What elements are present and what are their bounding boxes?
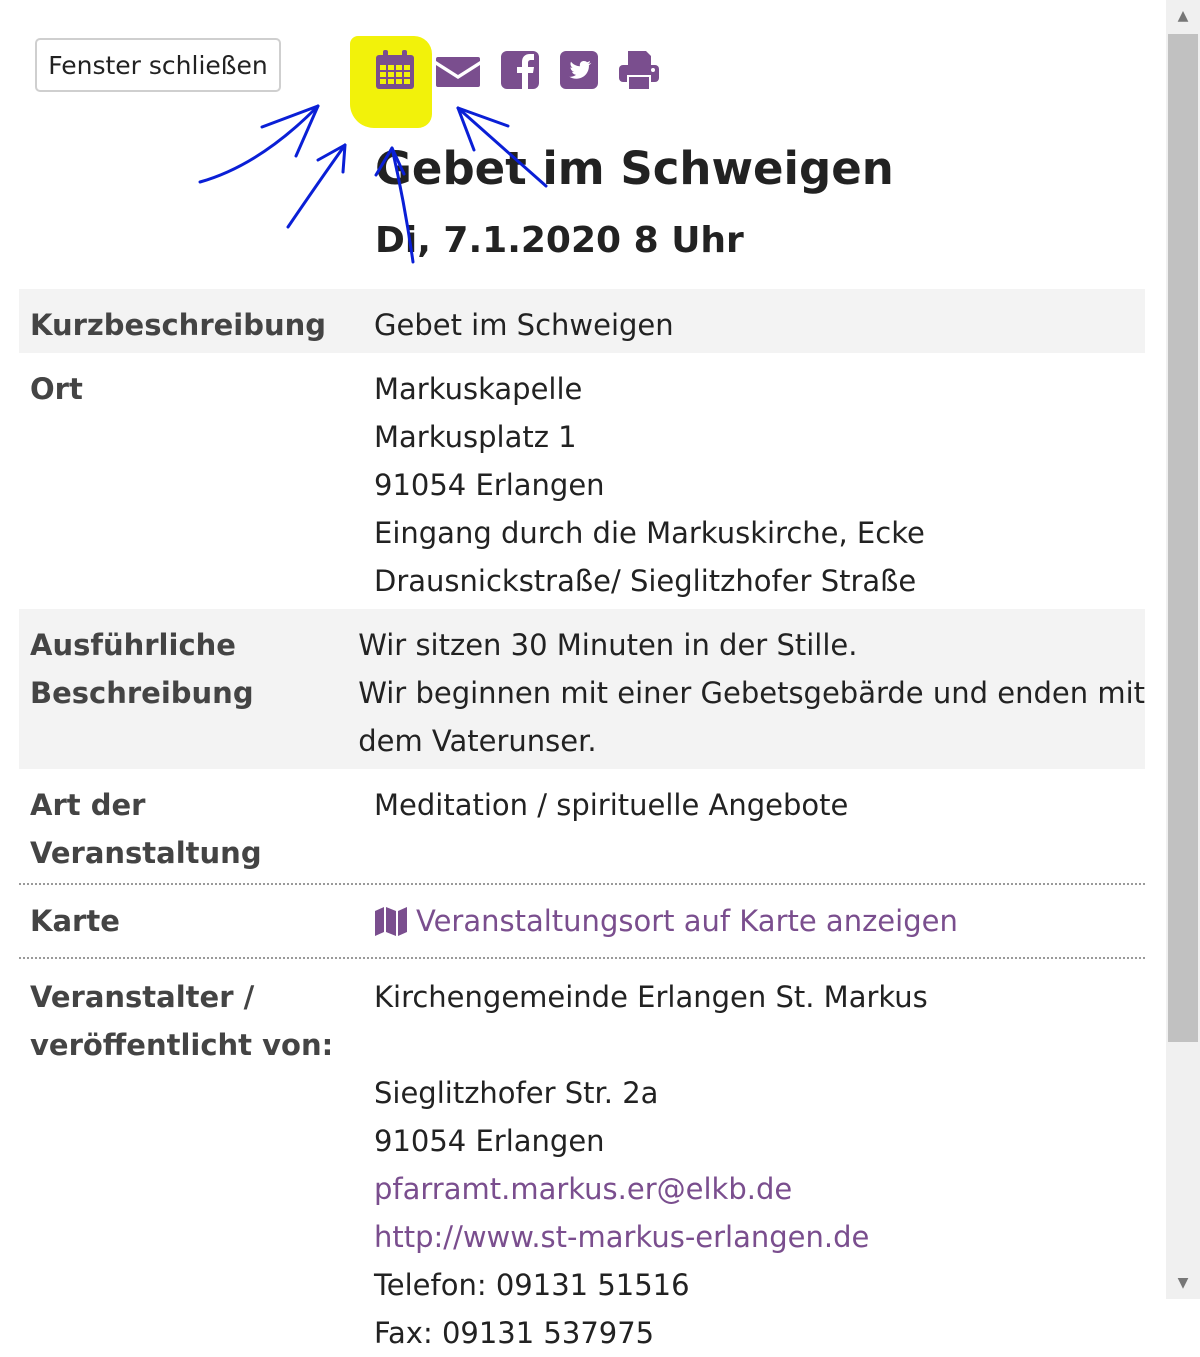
twitter-icon[interactable] — [556, 48, 602, 92]
row-art: Art der Veranstaltung Meditation / spiri… — [19, 769, 1145, 885]
event-date: Di, 7.1.2020 8 Uhr — [375, 220, 744, 261]
organizer-street: Sieglitzhofer Str. 2a — [374, 1076, 659, 1110]
organizer-name: Kirchengemeinde Erlangen St. Markus — [374, 980, 928, 1014]
value-beschreibung: Wir sitzen 30 Minuten in der Stille. Wir… — [358, 621, 1145, 765]
organizer-website-link[interactable]: http://www.st-markus-erlangen.de — [374, 1220, 869, 1254]
value-veranstalter: Kirchengemeinde Erlangen St. Markus Sieg… — [374, 973, 1145, 1357]
ort-line: Eingang durch die Markuskirche, Ecke — [374, 516, 925, 550]
facebook-icon[interactable] — [497, 48, 543, 92]
organizer-fax: Fax: 09131 537975 — [374, 1316, 655, 1350]
label-art: Art der Veranstaltung — [30, 788, 262, 870]
organizer-phone: Telefon: 09131 51516 — [374, 1268, 690, 1302]
scrollbar-thumb[interactable] — [1168, 34, 1198, 1042]
map-link[interactable]: Veranstaltungsort auf Karte anzeigen — [374, 897, 958, 945]
label-kurzbeschreibung: Kurzbeschreibung — [30, 308, 327, 342]
scroll-up-icon[interactable]: ▲ — [1166, 8, 1200, 24]
value-ort: Markuskapelle Markusplatz 1 91054 Erlang… — [374, 365, 1145, 605]
label-veranstalter: Veranstalter / veröffentlicht von: — [19, 973, 374, 1357]
beschreibung-line: Wir beginnen mit einer Gebetsgebärde und… — [358, 676, 1145, 710]
label-karte: Karte — [30, 904, 120, 938]
event-title: Gebet im Schweigen — [375, 142, 894, 195]
label-veranstalter-line: veröffentlicht von: — [30, 1028, 334, 1062]
print-icon[interactable] — [616, 48, 662, 92]
event-details-table: Kurzbeschreibung Gebet im Schweigen Ort … — [19, 289, 1145, 1357]
map-link-text: Veranstaltungsort auf Karte anzeigen — [416, 904, 958, 938]
beschreibung-line: dem Vaterunser. — [358, 724, 597, 758]
ort-line: Markuskapelle — [374, 372, 583, 406]
label-beschreibung-line: Ausführliche — [30, 628, 236, 662]
scroll-down-icon[interactable]: ▼ — [1166, 1275, 1200, 1291]
label-veranstalter-line: Veranstalter / — [30, 980, 255, 1014]
close-window-button[interactable]: Fenster schließen — [35, 38, 281, 92]
label-beschreibung: Ausführliche Beschreibung — [19, 621, 358, 765]
map-icon — [375, 907, 407, 936]
row-ort: Ort Markuskapelle Markusplatz 1 91054 Er… — [19, 353, 1145, 609]
label-ort: Ort — [30, 372, 83, 406]
organizer-email-link[interactable]: pfarramt.markus.er@elkb.de — [374, 1172, 792, 1206]
ort-line: Drausnickstraße/ Sieglitzhofer Straße — [374, 564, 917, 598]
ort-line: Markusplatz 1 — [374, 420, 577, 454]
row-beschreibung: Ausführliche Beschreibung Wir sitzen 30 … — [19, 609, 1145, 769]
ort-line: 91054 Erlangen — [374, 468, 605, 502]
value-karte: Veranstaltungsort auf Karte anzeigen — [374, 897, 1145, 951]
row-veranstalter: Veranstalter / veröffentlicht von: Kirch… — [19, 959, 1145, 1357]
row-karte: Karte Veranstaltungsort auf Karte anzeig… — [19, 885, 1145, 959]
beschreibung-line: Wir sitzen 30 Minuten in der Stille. — [358, 628, 858, 662]
calendar-icon[interactable] — [372, 48, 418, 92]
value-kurzbeschreibung: Gebet im Schweigen — [374, 308, 674, 342]
label-beschreibung-line: Beschreibung — [30, 676, 254, 710]
row-kurzbeschreibung: Kurzbeschreibung Gebet im Schweigen — [19, 289, 1145, 353]
vertical-scrollbar[interactable]: ▲ ▼ — [1166, 0, 1200, 1299]
organizer-city: 91054 Erlangen — [374, 1124, 605, 1158]
value-art: Meditation / spirituelle Angebote — [374, 788, 849, 822]
envelope-icon[interactable] — [435, 48, 481, 92]
